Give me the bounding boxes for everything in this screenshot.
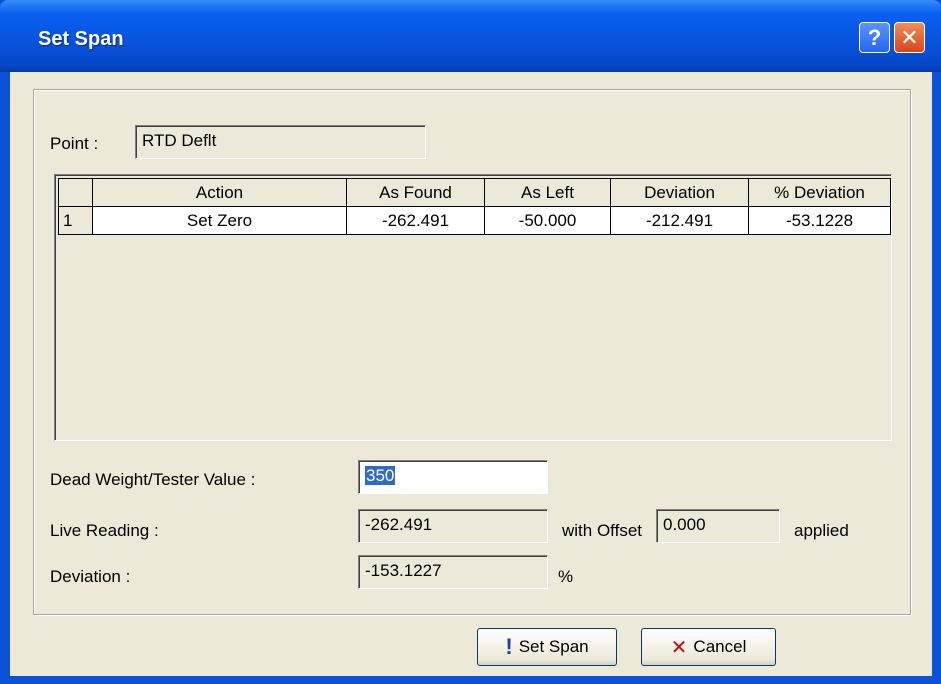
percent-label: % xyxy=(558,567,574,586)
column-header-deviation[interactable]: Deviation xyxy=(610,178,749,207)
live-reading-field: -262.491 xyxy=(358,509,548,543)
set-span-button[interactable]: ! Set Span xyxy=(477,628,617,666)
live-reading-value: -262.491 xyxy=(365,515,433,534)
dialog-client-area: Point : RTD Deflt Action As Found As Lef… xyxy=(10,72,932,676)
column-header-as-found[interactable]: As Found xyxy=(346,178,485,207)
column-header-as-left[interactable]: As Left xyxy=(484,178,611,207)
offset-field: 0.000 xyxy=(656,509,780,543)
with-offset-label: with Offset xyxy=(562,521,642,540)
set-span-button-label: Set Span xyxy=(518,637,589,656)
results-table: Action As Found As Left Deviation % Devi… xyxy=(58,178,891,235)
deviation-label: Deviation : xyxy=(50,567,131,586)
cell-as-left[interactable]: -50.000 xyxy=(484,206,611,235)
close-icon: ✕ xyxy=(900,24,919,50)
point-label: Point : xyxy=(50,134,99,153)
cancel-button-label: Cancel xyxy=(693,637,747,656)
column-header-action[interactable]: Action xyxy=(92,178,347,207)
cell-action[interactable]: Set Zero xyxy=(92,206,347,235)
dialog-window: Set Span ? ✕ Point : RTD Deflt Action As… xyxy=(0,0,941,684)
offset-value: 0.000 xyxy=(663,515,706,534)
title-bar[interactable]: Set Span ? ✕ xyxy=(0,0,941,72)
dead-weight-value: 350 xyxy=(365,466,396,485)
cell-as-found[interactable]: -262.491 xyxy=(346,206,485,235)
close-button[interactable]: ✕ xyxy=(894,22,925,53)
table-row[interactable]: 1 Set Zero -262.491 -50.000 -212.491 -53… xyxy=(58,206,891,235)
column-header-percent-deviation[interactable]: % Deviation xyxy=(748,178,891,207)
window-title: Set Span xyxy=(38,28,124,50)
results-grid[interactable]: Action As Found As Left Deviation % Devi… xyxy=(54,174,892,441)
help-button[interactable]: ? xyxy=(859,22,890,53)
cell-percent-deviation[interactable]: -53.1228 xyxy=(748,206,891,235)
column-header-index[interactable] xyxy=(58,178,93,207)
row-index: 1 xyxy=(58,206,93,235)
deviation-value: -153.1227 xyxy=(365,561,442,580)
table-header-row: Action As Found As Left Deviation % Devi… xyxy=(58,178,891,207)
help-icon: ? xyxy=(867,24,882,50)
point-field: RTD Deflt xyxy=(135,125,426,159)
live-reading-label: Live Reading : xyxy=(50,521,159,540)
exclamation-icon: ! xyxy=(505,634,513,659)
cancel-button[interactable]: ✕ Cancel xyxy=(641,628,776,666)
dead-weight-label: Dead Weight/Tester Value : xyxy=(50,470,256,489)
deviation-field: -153.1227 xyxy=(358,555,548,589)
cell-deviation[interactable]: -212.491 xyxy=(610,206,749,235)
applied-label: applied xyxy=(794,521,849,540)
point-value: RTD Deflt xyxy=(142,131,217,150)
x-icon: ✕ xyxy=(670,636,688,659)
dead-weight-input[interactable]: 350 xyxy=(358,460,548,494)
